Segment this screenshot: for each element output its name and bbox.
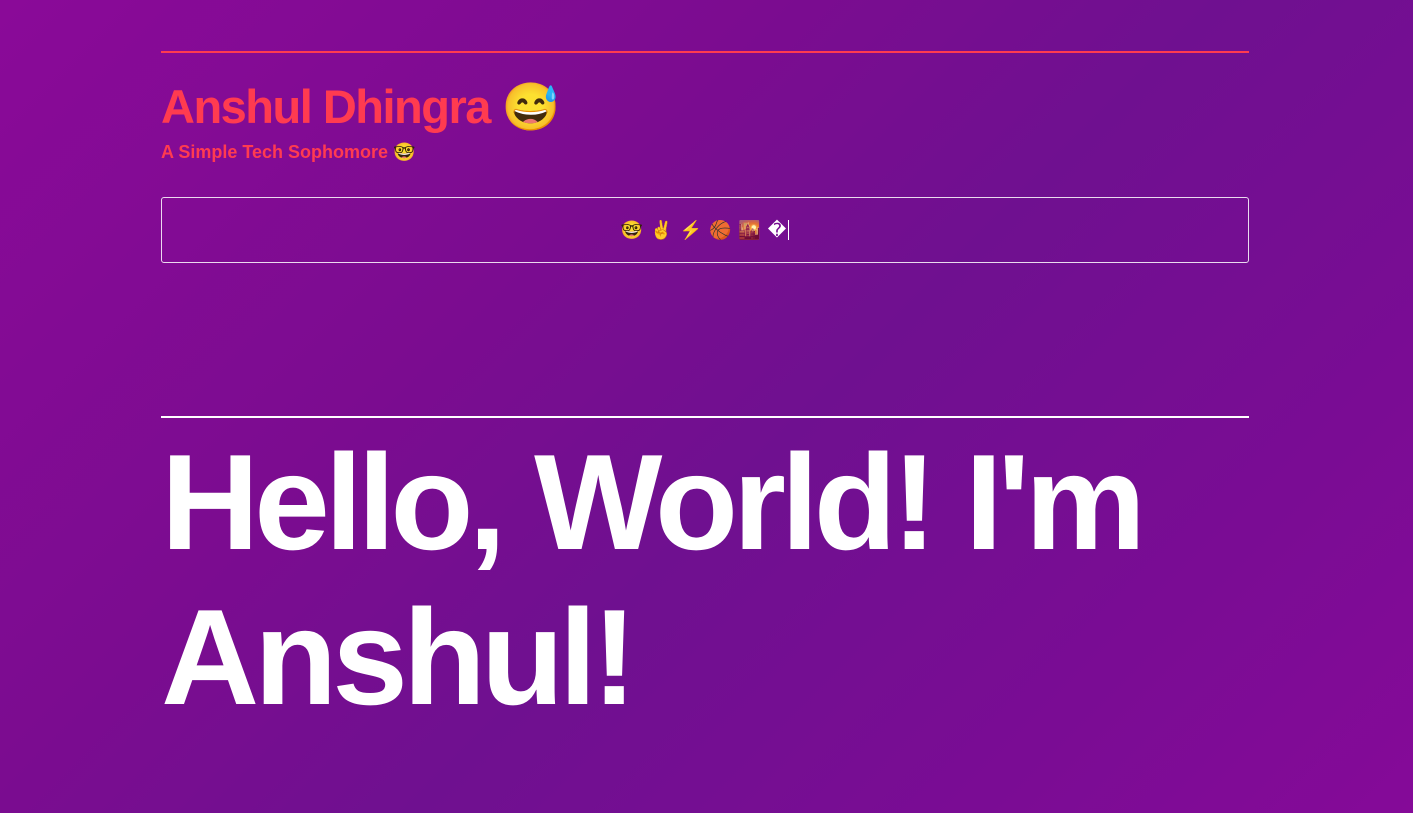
typing-caret	[788, 220, 790, 240]
site-title[interactable]: Anshul Dhingra 😅	[161, 76, 560, 138]
typing-text: 🤓 ✌️ ⚡ 🏀 🌇 �	[620, 219, 788, 240]
hero-heading: Hello, World! I'm Anshul!	[161, 426, 1146, 733]
typing-box: 🤓 ✌️ ⚡ 🏀 🌇 �	[161, 197, 1249, 263]
site-subtitle: A Simple Tech Sophomore 🤓	[161, 142, 416, 162]
section-divider	[161, 416, 1249, 418]
top-divider	[161, 51, 1249, 53]
